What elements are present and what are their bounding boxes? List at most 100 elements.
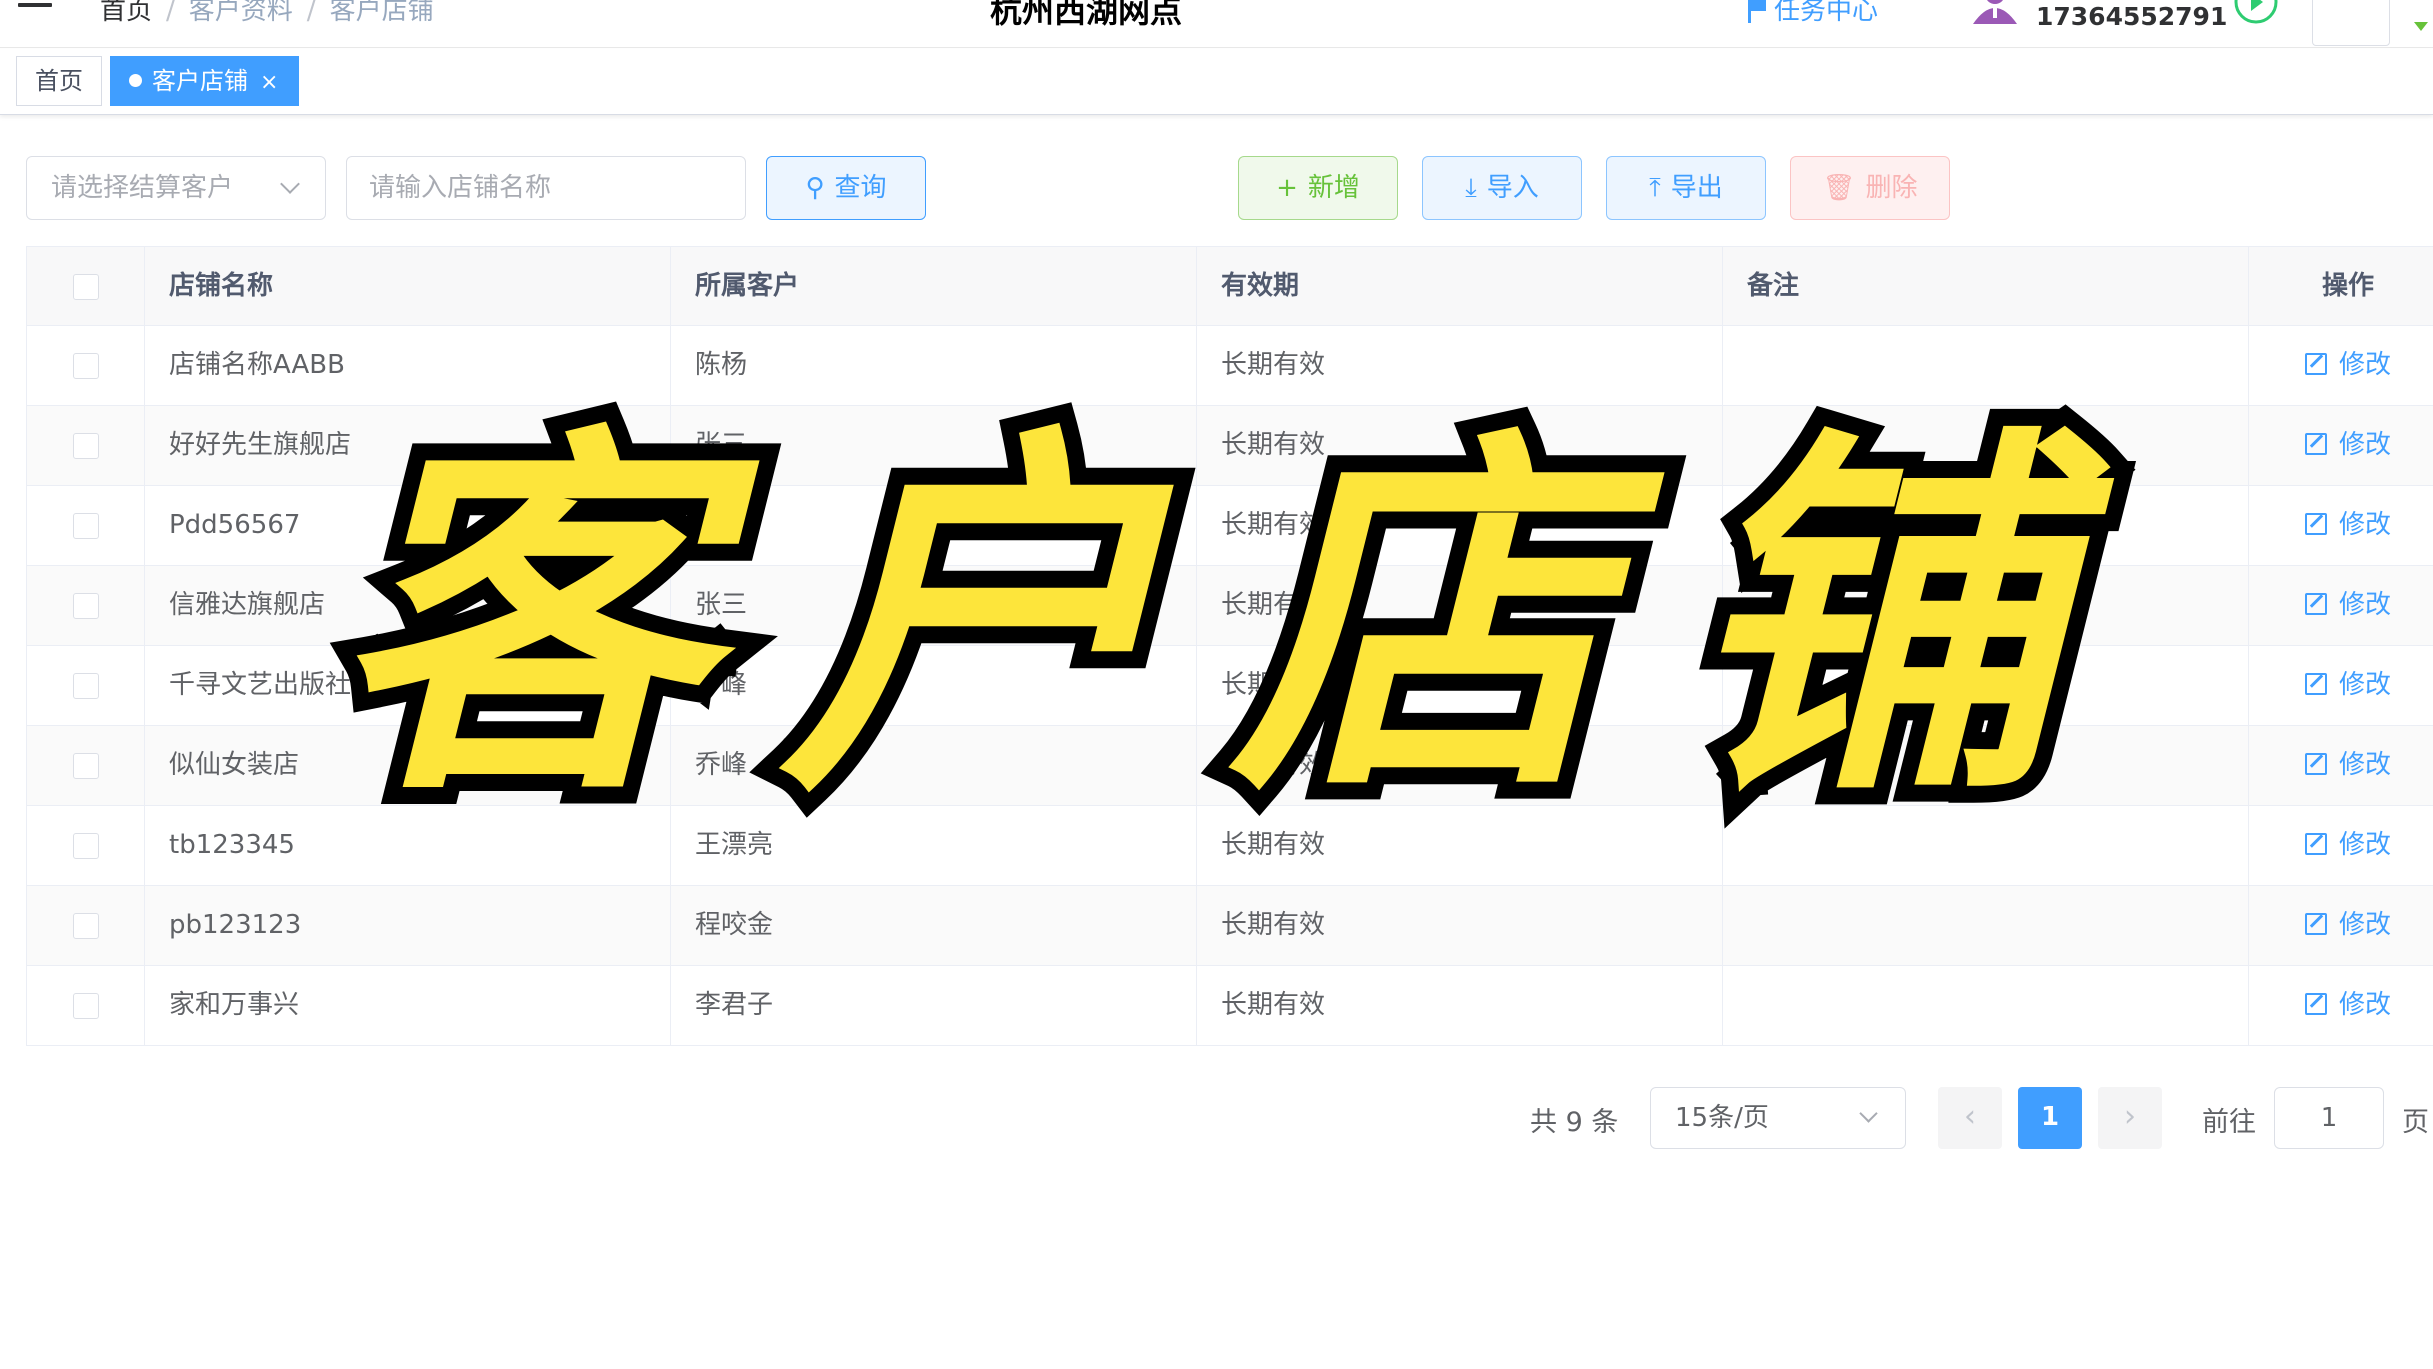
row-checkbox[interactable] [72, 672, 99, 699]
validity-cell: 长期有效 [1197, 406, 1723, 485]
row-checkbox[interactable] [72, 432, 99, 459]
plus-icon: + [1276, 173, 1298, 203]
hamburger-menu-icon[interactable] [18, 0, 52, 8]
tags-view-bar: 首页 客户店铺 × [0, 49, 2433, 115]
user-icon[interactable] [1970, 0, 2020, 24]
goto-page-input[interactable]: 1 [2274, 1087, 2384, 1149]
branch-title: 杭州西湖网点 [990, 0, 1183, 30]
table-row: pb123123 程咬金 长期有效 修改 [27, 886, 2433, 966]
table-row: 好好先生旗舰店 张三 长期有效 修改 [27, 406, 2433, 486]
breadcrumb: 首页 / 客户资料 / 客户店铺 [100, 0, 434, 27]
remark-cell [1723, 326, 2249, 405]
actions-cell: 修改 [2249, 486, 2433, 565]
upload-icon: ⤒ [1649, 173, 1661, 203]
row-select-cell [27, 486, 145, 565]
table-row: Pdd56567 张三 长期有效 修改 [27, 486, 2433, 566]
row-select-cell [27, 406, 145, 485]
edit-icon [2304, 993, 2327, 1015]
column-customer: 所属客户 [671, 247, 1197, 325]
shop-name-cell: 店铺名称AABB [145, 326, 671, 405]
edit-icon [2304, 753, 2327, 775]
edit-label: 修改 [2338, 350, 2391, 380]
remark-cell [1723, 886, 2249, 965]
validity-cell: 长期有效 [1197, 486, 1723, 565]
edit-button[interactable]: 修改 [2304, 830, 2391, 860]
breadcrumb-customer-info[interactable]: 客户资料 [189, 0, 293, 26]
shop-name-cell: pb123123 [145, 886, 671, 965]
settlement-customer-select[interactable]: 请选择结算客户 [26, 156, 326, 220]
edit-label: 修改 [2338, 750, 2391, 780]
active-dot-icon [129, 74, 142, 87]
edit-label: 修改 [2338, 510, 2391, 540]
remark-cell [1723, 966, 2249, 1045]
shop-table: 店铺名称 所属客户 有效期 备注 操作 店铺名称AABB 陈杨 长期有效 修改 好好先生… [26, 246, 2433, 1046]
edit-icon [2304, 673, 2327, 695]
edit-icon [2304, 913, 2327, 935]
edit-button[interactable]: 修改 [2304, 350, 2391, 380]
edit-button[interactable]: 修改 [2304, 510, 2391, 540]
query-button[interactable]: ⚲ 查询 [766, 156, 926, 220]
breadcrumb-home[interactable]: 首页 [100, 0, 152, 26]
actions-cell: 修改 [2249, 566, 2433, 645]
actions-cell: 修改 [2249, 646, 2433, 725]
customer-cell: 乔峰 [671, 726, 1197, 805]
table-row: 家和万事兴 李君子 长期有效 修改 [27, 966, 2433, 1046]
query-label: 查询 [834, 173, 887, 203]
validity-cell: 长期有效 [1197, 966, 1723, 1045]
remark-cell [1723, 806, 2249, 885]
edit-button[interactable]: 修改 [2304, 750, 2391, 780]
edit-button[interactable]: 修改 [2304, 670, 2391, 700]
edit-label: 修改 [2338, 590, 2391, 620]
remark-cell [1723, 646, 2249, 725]
actions-cell: 修改 [2249, 806, 2433, 885]
row-checkbox[interactable] [72, 992, 99, 1019]
actions-cell: 修改 [2249, 966, 2433, 1045]
edit-button[interactable]: 修改 [2304, 590, 2391, 620]
avatar[interactable] [2312, 0, 2390, 46]
edit-button[interactable]: 修改 [2304, 990, 2391, 1020]
page-size-value: 15条/页 [1675, 1103, 1769, 1133]
input-placeholder: 请输入店铺名称 [369, 173, 552, 203]
prev-page-button[interactable]: ‹ [1938, 1087, 2002, 1149]
table-row: 店铺名称AABB 陈杨 长期有效 修改 [27, 326, 2433, 406]
column-shop-name: 店铺名称 [145, 247, 671, 325]
shop-name-cell: 似仙女装店 [145, 726, 671, 805]
row-checkbox[interactable] [72, 512, 99, 539]
add-button[interactable]: + 新增 [1238, 156, 1398, 220]
row-checkbox[interactable] [72, 352, 99, 379]
shop-name-cell: 好好先生旗舰店 [145, 406, 671, 485]
page-size-select[interactable]: 15条/页 [1650, 1087, 1906, 1149]
row-select-cell [27, 566, 145, 645]
delete-label: 删除 [1865, 173, 1918, 203]
delete-button[interactable]: 🗑 删除 [1790, 156, 1950, 220]
next-page-button[interactable]: › [2098, 1087, 2162, 1149]
edit-label: 修改 [2338, 670, 2391, 700]
tag-customer-shop[interactable]: 客户店铺 × [110, 56, 300, 106]
row-checkbox[interactable] [72, 832, 99, 859]
row-checkbox[interactable] [72, 592, 99, 619]
select-all-checkbox[interactable] [72, 273, 99, 300]
customer-cell: 王漂亮 [671, 806, 1197, 885]
export-button[interactable]: ⤒ 导出 [1606, 156, 1766, 220]
select-placeholder: 请选择结算客户 [51, 173, 234, 203]
close-icon[interactable]: × [260, 70, 278, 95]
chevron-down-icon [280, 174, 300, 194]
import-button[interactable]: ⤓ 导入 [1422, 156, 1582, 220]
import-label: 导入 [1486, 173, 1539, 203]
top-header: 首页 / 客户资料 / 客户店铺 杭州西湖网点 任务中心 17364552791 [0, 0, 2433, 48]
task-center-link[interactable]: 任务中心 [1748, 0, 1878, 27]
shop-name-input[interactable]: 请输入店铺名称 [346, 156, 746, 220]
remark-cell [1723, 726, 2249, 805]
page-number-current[interactable]: 1 [2018, 1087, 2082, 1149]
play-circle-icon[interactable] [2232, 0, 2280, 26]
edit-button[interactable]: 修改 [2304, 430, 2391, 460]
row-select-cell [27, 326, 145, 405]
row-checkbox[interactable] [72, 752, 99, 779]
caret-down-icon[interactable] [2414, 22, 2428, 31]
tag-home[interactable]: 首页 [16, 56, 102, 106]
row-checkbox[interactable] [72, 912, 99, 939]
export-label: 导出 [1670, 173, 1723, 203]
edit-button[interactable]: 修改 [2304, 910, 2391, 940]
edit-icon [2304, 433, 2327, 455]
select-all-cell [27, 247, 145, 325]
